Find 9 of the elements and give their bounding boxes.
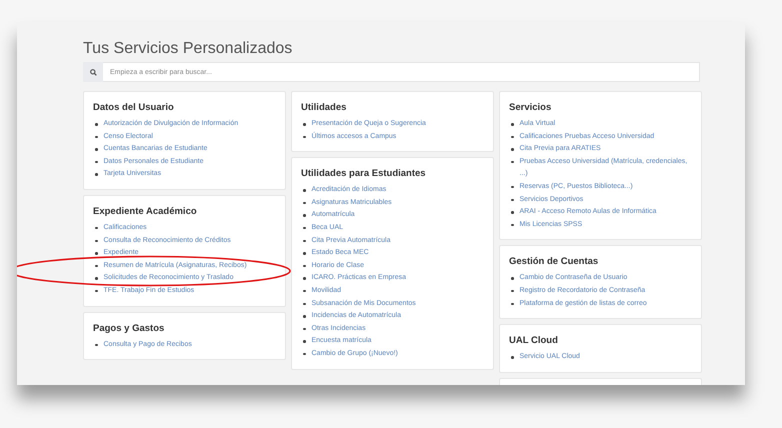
card-title: Servicios — [509, 102, 552, 113]
card-title: Expediente Académico — [93, 206, 198, 217]
card-title: Utilidades para Estudiantes — [301, 168, 427, 180]
card-title: Pagos y Gastos — [93, 322, 166, 334]
card-title: Datos del Usuario — [93, 102, 175, 113]
card-title: Utilidades — [301, 102, 348, 113]
card-title: Gestión de Cuentas — [509, 256, 600, 268]
card-title: UAL Cloud — [509, 335, 559, 346]
page-title: Tus Servicios Personalizados — [83, 40, 294, 59]
